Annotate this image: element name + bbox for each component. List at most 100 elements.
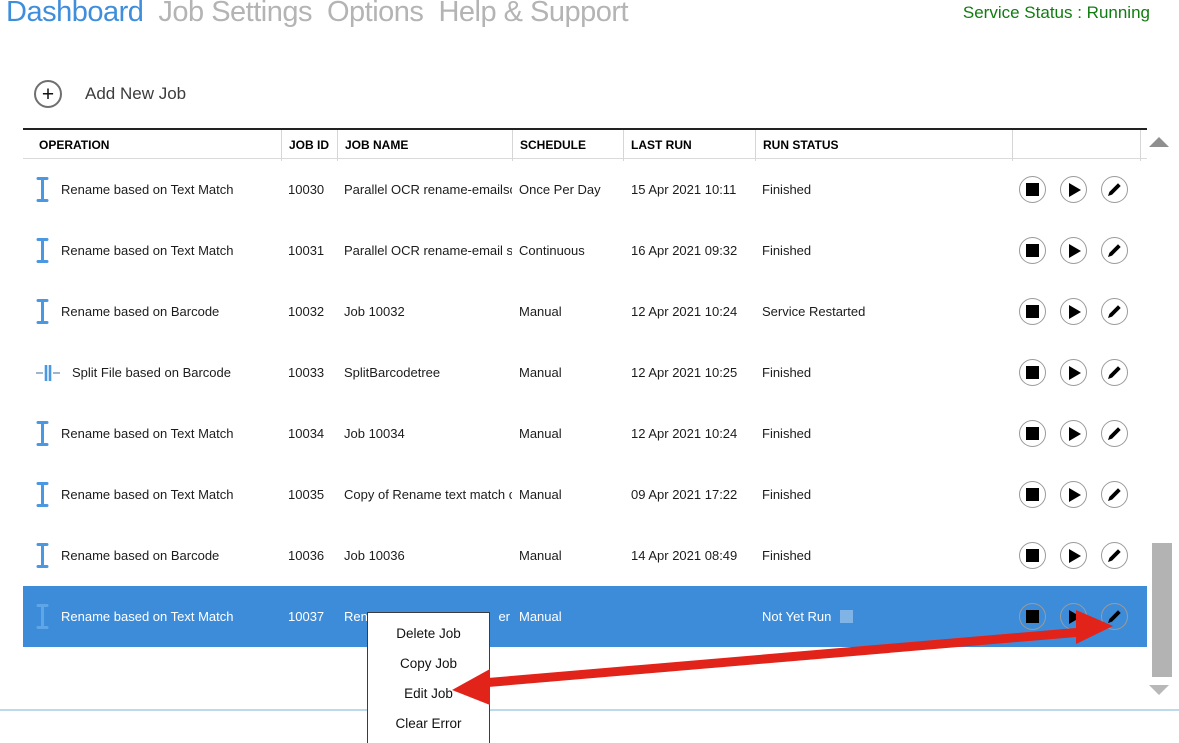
job-name: Parallel OCR rename-email sc [337, 243, 512, 258]
col-run-status[interactable]: RUN STATUS [755, 130, 1012, 161]
play-icon [1067, 244, 1081, 258]
text-cursor-icon [36, 237, 49, 264]
table-row[interactable]: Rename based on Text Match 10035 Copy of… [23, 464, 1147, 525]
play-button[interactable] [1060, 420, 1087, 447]
stop-button[interactable] [1019, 542, 1046, 569]
last-run: 12 Apr 2021 10:24 [623, 304, 755, 319]
play-button[interactable] [1060, 542, 1087, 569]
play-icon [1067, 305, 1081, 319]
tab-help-support[interactable]: Help & Support [438, 0, 628, 29]
play-button[interactable] [1060, 176, 1087, 203]
add-new-job-button[interactable]: + Add New Job [34, 80, 186, 108]
stop-button[interactable] [1019, 603, 1046, 630]
operation-label: Rename based on Text Match [61, 182, 233, 197]
col-job-id[interactable]: JOB ID [281, 130, 337, 161]
schedule: Manual [512, 365, 623, 380]
table-row[interactable]: Split File based on Barcode 10033 SplitB… [23, 342, 1147, 403]
operation-label: Rename based on Text Match [61, 487, 233, 502]
play-icon [1067, 488, 1081, 502]
tab-job-settings[interactable]: Job Settings [158, 0, 312, 29]
pencil-icon [1107, 365, 1122, 380]
stop-icon [1026, 427, 1039, 440]
status-badge [840, 610, 853, 623]
menu-item-delete-job[interactable]: Delete Job [368, 619, 489, 649]
run-status: Service Restarted [755, 304, 1012, 319]
table-row-selected[interactable]: Rename based on Text Match 10037 Renaer … [23, 586, 1147, 647]
col-job-name[interactable]: JOB NAME [337, 130, 512, 161]
col-last-run[interactable]: LAST RUN [623, 130, 755, 161]
stop-icon [1026, 549, 1039, 562]
job-id: 10035 [281, 487, 337, 502]
run-status: Finished [755, 365, 1012, 380]
stop-icon [1026, 183, 1039, 196]
last-run: 14 Apr 2021 08:49 [623, 548, 755, 563]
job-id: 10032 [281, 304, 337, 319]
stop-icon [1026, 366, 1039, 379]
schedule: Manual [512, 609, 623, 624]
job-id: 10034 [281, 426, 337, 441]
job-name: Job 10034 [337, 426, 512, 441]
pencil-icon [1107, 243, 1122, 258]
table-row[interactable]: Rename based on Barcode 10032 Job 10032 … [23, 281, 1147, 342]
service-status: Service Status : Running [963, 3, 1150, 23]
col-operation[interactable]: OPERATION [23, 130, 281, 161]
edit-button[interactable] [1101, 481, 1128, 508]
col-actions [1012, 130, 1140, 161]
scroll-down-icon[interactable] [1149, 685, 1169, 695]
scroll-up-icon[interactable] [1149, 137, 1169, 147]
edit-button[interactable] [1101, 603, 1128, 630]
last-run: 16 Apr 2021 09:32 [623, 243, 755, 258]
menu-item-clear-error[interactable]: Clear Error [368, 709, 489, 739]
edit-button[interactable] [1101, 542, 1128, 569]
bottom-divider [0, 709, 1179, 711]
job-id: 10037 [281, 609, 337, 624]
pencil-icon [1107, 609, 1122, 624]
stop-button[interactable] [1019, 298, 1046, 325]
run-status: Finished [755, 426, 1012, 441]
stop-icon [1026, 305, 1039, 318]
table-row[interactable]: Rename based on Text Match 10030 Paralle… [23, 159, 1147, 220]
menu-item-edit-job[interactable]: Edit Job [368, 679, 489, 709]
last-run: 15 Apr 2021 10:11 [623, 182, 755, 197]
stop-button[interactable] [1019, 176, 1046, 203]
last-run: 12 Apr 2021 10:24 [623, 426, 755, 441]
operation-label: Split File based on Barcode [72, 365, 231, 380]
table-row[interactable]: Rename based on Text Match 10034 Job 100… [23, 403, 1147, 464]
schedule: Manual [512, 487, 623, 502]
col-schedule[interactable]: SCHEDULE [512, 130, 623, 161]
table-row[interactable]: Rename based on Text Match 10031 Paralle… [23, 220, 1147, 281]
play-icon [1067, 610, 1081, 624]
stop-button[interactable] [1019, 237, 1046, 264]
text-cursor-icon [36, 420, 49, 447]
table-row[interactable]: Rename based on Barcode 10036 Job 10036 … [23, 525, 1147, 586]
stop-icon [1026, 610, 1039, 623]
text-cursor-icon [36, 603, 49, 630]
play-button[interactable] [1060, 481, 1087, 508]
job-name: Parallel OCR rename-emailscl [337, 182, 512, 197]
edit-button[interactable] [1101, 359, 1128, 386]
play-button[interactable] [1060, 603, 1087, 630]
schedule: Manual [512, 426, 623, 441]
edit-button[interactable] [1101, 176, 1128, 203]
play-icon [1067, 549, 1081, 563]
play-button[interactable] [1060, 237, 1087, 264]
play-button[interactable] [1060, 359, 1087, 386]
edit-button[interactable] [1101, 420, 1128, 447]
stop-button[interactable] [1019, 359, 1046, 386]
stop-button[interactable] [1019, 420, 1046, 447]
edit-button[interactable] [1101, 298, 1128, 325]
stop-button[interactable] [1019, 481, 1046, 508]
job-id: 10030 [281, 182, 337, 197]
stop-icon [1026, 488, 1039, 501]
add-new-job-label: Add New Job [85, 84, 186, 104]
menu-item-copy-job[interactable]: Copy Job [368, 649, 489, 679]
scrollbar-thumb[interactable] [1152, 543, 1172, 677]
play-button[interactable] [1060, 298, 1087, 325]
col-spacer [1140, 130, 1148, 161]
operation-label: Rename based on Text Match [61, 426, 233, 441]
operation-label: Rename based on Text Match [61, 243, 233, 258]
pencil-icon [1107, 426, 1122, 441]
tab-options[interactable]: Options [327, 0, 423, 29]
edit-button[interactable] [1101, 237, 1128, 264]
tab-dashboard[interactable]: Dashboard [6, 0, 143, 29]
